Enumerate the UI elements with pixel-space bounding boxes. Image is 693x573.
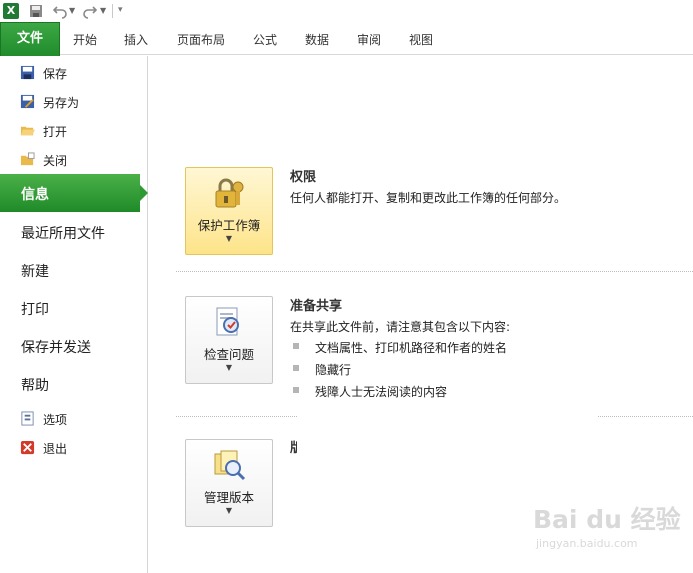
manage-versions-icon xyxy=(214,450,246,481)
prepare-bullet-1: 文档属性、打印机路径和作者的姓名 xyxy=(315,341,508,355)
tab-view[interactable]: 视图 xyxy=(409,31,433,48)
prepare-title: 准备共享 xyxy=(290,299,343,314)
inspect-document-icon xyxy=(216,307,239,336)
lock-key-icon xyxy=(215,178,244,208)
redo-icon[interactable] xyxy=(82,3,98,19)
nav-save-send[interactable]: 保存并发送 xyxy=(21,337,91,357)
nav-new[interactable]: 新建 xyxy=(21,261,49,281)
prepare-desc: 在共享此文件前，请注意其包含以下内容: xyxy=(290,320,511,334)
permissions-title: 权限 xyxy=(290,170,317,185)
save-icon[interactable] xyxy=(28,3,44,19)
tab-home[interactable]: 开始 xyxy=(73,31,97,48)
manage-versions-button[interactable]: 管理版本 ▼ xyxy=(185,439,273,527)
tab-page-layout[interactable]: 页面布局 xyxy=(177,31,225,48)
dropdown-arrow-icon: ▼ xyxy=(225,234,233,243)
permissions-desc: 任何人都能打开、复制和更改此工作簿的任何部分。 xyxy=(290,191,567,205)
bullet-icon xyxy=(293,365,299,371)
nav-print[interactable]: 打印 xyxy=(21,299,49,319)
dropdown-arrow-icon: ▼ xyxy=(225,506,233,515)
nav-open-label: 打开 xyxy=(43,125,68,139)
excel-logo-icon[interactable]: X xyxy=(3,3,19,19)
exit-icon xyxy=(20,440,35,455)
baidu-watermark: Bai du 经验 xyxy=(533,505,681,534)
bullet-icon xyxy=(293,387,299,393)
nav-info[interactable]: 信息 xyxy=(0,174,148,212)
tab-formulas[interactable]: 公式 xyxy=(253,31,277,48)
check-issues-label: 检查问题 xyxy=(203,347,254,362)
nav-close-label: 关闭 xyxy=(43,154,68,168)
undo-icon[interactable] xyxy=(52,3,68,19)
nav-recent[interactable]: 最近所用文件 xyxy=(21,223,105,243)
ribbon-tab-bar xyxy=(0,22,693,55)
separator xyxy=(112,4,113,18)
tab-data[interactable]: 数据 xyxy=(305,31,329,48)
open-folder-icon xyxy=(20,126,35,136)
manage-versions-label: 管理版本 xyxy=(203,490,254,505)
nav-options-label: 选项 xyxy=(43,413,68,427)
check-issues-button[interactable]: 检查问题 ▼ xyxy=(185,296,273,384)
close-folder-icon xyxy=(20,152,35,166)
baidu-watermark-url: jingyan.baidu.com xyxy=(536,537,638,550)
nav-save-as-label: 另存为 xyxy=(43,96,80,110)
tab-file[interactable]: 文件 xyxy=(0,22,60,58)
nav-exit-label: 退出 xyxy=(43,442,68,456)
options-icon xyxy=(21,411,34,426)
customize-icon[interactable]: ▾ xyxy=(118,5,123,15)
section-divider xyxy=(176,271,693,272)
nav-help[interactable]: 帮助 xyxy=(21,375,49,395)
active-arrow-icon xyxy=(140,185,148,201)
protect-workbook-label: 保护工作簿 xyxy=(197,218,261,233)
dropdown-arrow-icon: ▼ xyxy=(225,363,233,372)
quick-access-toolbar: X ▼ ▼ ▾ xyxy=(0,0,693,22)
tab-insert[interactable]: 插入 xyxy=(124,31,148,48)
prepare-bullet-3: 残障人士无法阅读的内容 xyxy=(315,385,448,399)
nav-info-label: 信息 xyxy=(21,187,49,203)
redo-dropdown-icon[interactable]: ▼ xyxy=(100,6,106,15)
protect-workbook-button[interactable]: 保护工作簿 ▼ xyxy=(185,167,273,255)
save-as-icon xyxy=(20,94,35,109)
versions-title: 版 xyxy=(290,441,297,456)
tab-review[interactable]: 审阅 xyxy=(357,31,381,48)
prepare-bullet-2: 隐藏行 xyxy=(315,363,352,377)
nav-save-label: 保存 xyxy=(43,67,68,81)
save-icon xyxy=(20,65,35,80)
undo-dropdown-icon[interactable]: ▼ xyxy=(69,6,75,15)
bullet-icon xyxy=(293,343,299,349)
